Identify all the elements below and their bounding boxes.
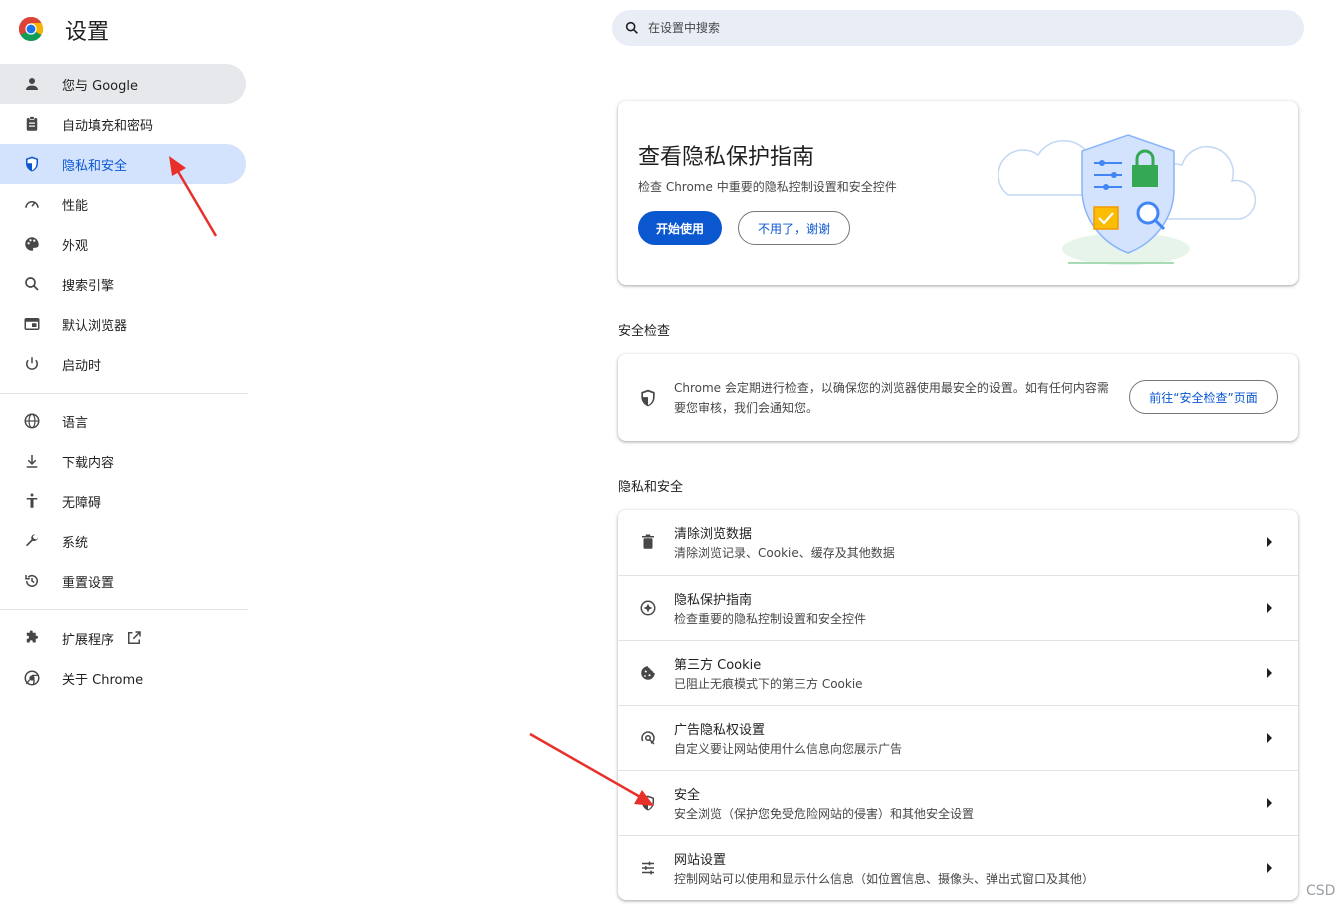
- search-input[interactable]: [648, 21, 1248, 35]
- globe-icon: [22, 411, 42, 431]
- ad-privacy-icon: [638, 728, 658, 748]
- start-guide-button[interactable]: 开始使用: [638, 211, 722, 245]
- sidebar-item-about-chrome[interactable]: 关于 Chrome: [0, 658, 246, 698]
- shield-half-icon: [638, 793, 658, 813]
- chrome-icon: [22, 668, 42, 688]
- search-icon: [22, 274, 42, 294]
- privacy-guide-title: 查看隐私保护指南: [638, 145, 815, 170]
- shield-icon: [22, 154, 42, 174]
- safety-check-label: 安全检查: [618, 324, 671, 339]
- sidebar-item-appearance[interactable]: 外观: [0, 224, 246, 264]
- privacy-security-card: 清除浏览数据 清除浏览记录、Cookie、缓存及其他数据 隐私保护指南 检查重要…: [618, 510, 1298, 900]
- chevron-right-icon: [1267, 603, 1272, 613]
- privacy-guide-illustration: [998, 134, 1257, 265]
- compass-icon: [638, 598, 658, 618]
- sidebar-divider: [0, 609, 248, 610]
- row-privacy-guide[interactable]: 隐私保护指南 检查重要的隐私控制设置和安全控件: [618, 575, 1298, 640]
- sidebar-divider: [0, 393, 248, 394]
- open-in-new-icon: [124, 628, 144, 648]
- sidebar-item-default-browser[interactable]: 默认浏览器: [0, 304, 246, 344]
- chevron-right-icon: [1267, 668, 1272, 678]
- row-site-settings[interactable]: 网站设置 控制网站可以使用和显示什么信息（如位置信息、摄像头、弹出式窗口及其他）: [618, 835, 1298, 900]
- download-icon: [22, 451, 42, 471]
- row-clear-browsing-data[interactable]: 清除浏览数据 清除浏览记录、Cookie、缓存及其他数据: [618, 510, 1298, 575]
- browser-window-icon: [22, 314, 42, 334]
- sidebar-item-autofill[interactable]: 自动填充和密码: [0, 104, 246, 144]
- speedometer-icon: [22, 194, 42, 214]
- puzzle-icon: [22, 628, 42, 648]
- privacy-guide-card: 查看隐私保护指南 检查 Chrome 中重要的隐私控制设置和安全控件 开始使用 …: [618, 101, 1298, 285]
- person-icon: [22, 74, 42, 94]
- chevron-right-icon: [1267, 537, 1272, 547]
- row-third-party-cookies[interactable]: 第三方 Cookie 已阻止无痕模式下的第三方 Cookie: [618, 640, 1298, 705]
- dismiss-guide-button[interactable]: 不用了，谢谢: [738, 211, 850, 245]
- clipboard-icon: [22, 114, 42, 134]
- settings-search-bar[interactable]: [612, 10, 1304, 46]
- row-security[interactable]: 安全 安全浏览（保护您免受危险网站的侵害）和其他安全设置: [618, 770, 1298, 835]
- trash-icon: [638, 532, 658, 552]
- power-icon: [22, 354, 42, 374]
- sidebar-item-privacy-security[interactable]: 隐私和安全: [0, 144, 246, 184]
- sidebar-item-languages[interactable]: 语言: [0, 401, 246, 441]
- chevron-right-icon: [1267, 863, 1272, 873]
- history-icon: [22, 571, 42, 591]
- cookie-icon: [638, 663, 658, 683]
- palette-icon: [22, 234, 42, 254]
- sidebar-item-you-and-google[interactable]: 您与 Google: [0, 64, 246, 104]
- sidebar-item-downloads[interactable]: 下载内容: [0, 441, 246, 481]
- sidebar-item-extensions[interactable]: 扩展程序: [0, 618, 246, 658]
- row-ad-privacy[interactable]: 广告隐私权设置 自定义要让网站使用什么信息向您展示广告: [618, 705, 1298, 770]
- page-title: 设置: [65, 20, 110, 45]
- accessibility-icon: [22, 491, 42, 511]
- sidebar-item-system[interactable]: 系统: [0, 521, 246, 561]
- sidebar-item-on-startup[interactable]: 启动时: [0, 344, 246, 384]
- safety-check-card: Chrome 会定期进行检查，以确保您的浏览器使用最安全的设置。如有任何内容需要…: [618, 354, 1298, 441]
- chrome-logo-icon: [18, 16, 44, 42]
- sidebar-item-performance[interactable]: 性能: [0, 184, 246, 224]
- sliders-icon: [638, 858, 658, 878]
- privacy-guide-subtitle: 检查 Chrome 中重要的隐私控制设置和安全控件: [638, 180, 897, 194]
- chevron-right-icon: [1267, 733, 1272, 743]
- go-to-safety-check-button[interactable]: 前往“安全检查”页面: [1129, 380, 1278, 414]
- sidebar-item-accessibility[interactable]: 无障碍: [0, 481, 246, 521]
- sidebar-item-reset[interactable]: 重置设置: [0, 561, 246, 601]
- shield-half-icon: [638, 388, 658, 408]
- search-icon: [625, 21, 638, 34]
- wrench-icon: [22, 531, 42, 551]
- chevron-right-icon: [1267, 798, 1272, 808]
- privacy-security-label: 隐私和安全: [618, 480, 684, 495]
- safety-check-description: Chrome 会定期进行检查，以确保您的浏览器使用最安全的设置。如有任何内容需要…: [674, 381, 1109, 415]
- watermark-text: CSD: [1306, 883, 1336, 899]
- sidebar-item-search-engine[interactable]: 搜索引擎: [0, 264, 246, 304]
